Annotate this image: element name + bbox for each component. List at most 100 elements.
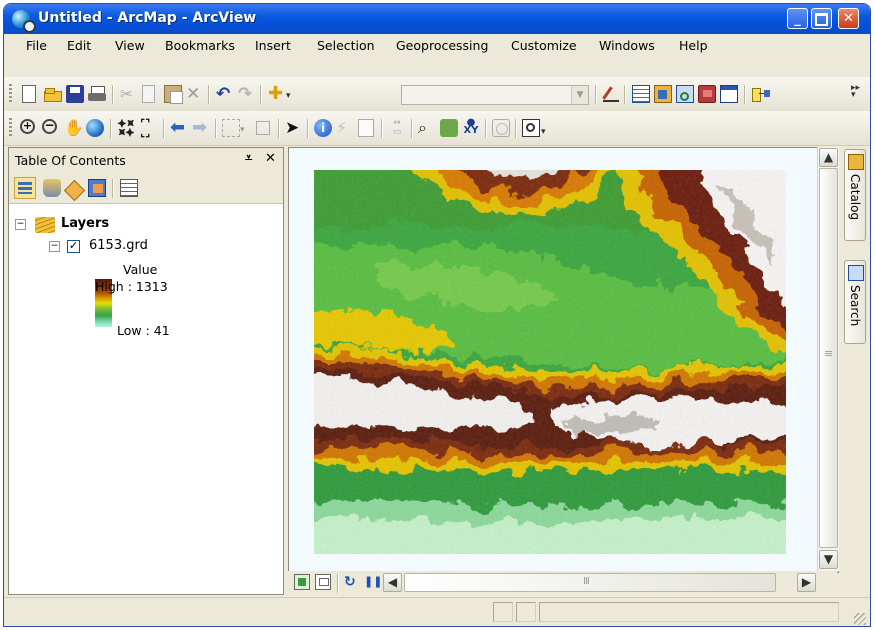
scroll-right-icon[interactable]: ▶: [797, 573, 816, 592]
pan-hand-icon[interactable]: ✋: [64, 119, 84, 137]
cut-icon[interactable]: ✂: [120, 85, 138, 103]
menu-edit[interactable]: Edit: [67, 38, 91, 53]
table-of-contents-panel: Table Of Contents ⩡ ✕ − Layers − ✓ 6153.…: [8, 147, 284, 595]
select-features-icon[interactable]: [222, 119, 240, 137]
redo-icon[interactable]: ↷: [238, 85, 256, 103]
refresh-icon[interactable]: ↻: [344, 574, 362, 592]
layers-root-label[interactable]: Layers: [61, 216, 109, 231]
fixed-zoom-in-icon[interactable]: ⯌⯍ ⯍⯌: [118, 118, 136, 138]
menu-help[interactable]: Help: [679, 38, 708, 53]
menu-file[interactable]: File: [26, 38, 47, 53]
fixed-zoom-out-icon[interactable]: ⌜⌝ ⌞⌟: [140, 118, 158, 138]
pause-drawing-icon[interactable]: ❚❚: [364, 574, 382, 592]
legend-high-label: High : 1313: [95, 279, 168, 294]
resize-grip-icon[interactable]: [854, 613, 866, 625]
menu-bookmarks[interactable]: Bookmarks: [165, 38, 235, 53]
clear-selection-icon[interactable]: [256, 121, 270, 135]
toolbar-overflow-icon[interactable]: ▸▸ ▾: [851, 84, 861, 103]
layout-view-icon[interactable]: [315, 574, 331, 590]
title-bar[interactable]: Untitled - ArcMap - ArcView _ ✕: [4, 4, 870, 34]
copy-icon[interactable]: [142, 85, 155, 103]
toolbar-grip[interactable]: [9, 84, 12, 104]
go-to-xy-icon[interactable]: ● XY: [462, 118, 480, 137]
select-dropdown-icon[interactable]: ▾: [240, 119, 250, 137]
menu-view[interactable]: View: [115, 38, 145, 53]
find-route-icon[interactable]: [440, 119, 458, 137]
map-vertical-scrollbar[interactable]: ▲ ≡ ▼: [817, 147, 839, 571]
pin-icon[interactable]: ⩡: [245, 151, 252, 166]
map-display[interactable]: [288, 147, 839, 573]
editor-toolbar-icon[interactable]: [602, 85, 620, 103]
catalog-window-icon[interactable]: [654, 85, 672, 103]
toolbar-separator: [163, 119, 165, 138]
python-window-icon[interactable]: [720, 85, 738, 103]
catalog-tab-label: Catalog: [848, 174, 862, 221]
scroll-up-icon[interactable]: ▲: [819, 148, 838, 167]
search-icon: [848, 265, 864, 281]
list-by-drawing-order-icon[interactable]: [14, 177, 36, 199]
map-bottom-bar: ↻ ❚❚ ◀ III ▶: [288, 571, 837, 593]
scroll-down-icon[interactable]: ▼: [819, 550, 838, 569]
list-by-visibility-icon[interactable]: [63, 179, 86, 202]
zoom-out-icon[interactable]: −: [42, 119, 57, 134]
data-view-icon[interactable]: [294, 574, 310, 590]
measure-ruler-icon[interactable]: ↔ ▭: [388, 119, 406, 137]
go-forward-arrow-icon[interactable]: ➡: [192, 119, 210, 137]
maximize-button[interactable]: [811, 8, 832, 29]
arctoolbox-icon[interactable]: [698, 85, 716, 103]
search-tab[interactable]: Search: [844, 260, 866, 344]
tools-overflow-icon[interactable]: ▾: [541, 119, 551, 137]
layer-name[interactable]: 6153.grd: [89, 238, 148, 253]
undo-icon[interactable]: ↶: [216, 85, 234, 103]
toolbar-separator: [624, 85, 626, 104]
vertical-scroll-thumb[interactable]: ≡: [819, 168, 838, 548]
delete-icon[interactable]: ✕: [186, 85, 204, 103]
search-window-icon[interactable]: [676, 85, 694, 103]
menu-geoprocessing[interactable]: Geoprocessing: [396, 38, 488, 53]
find-binoculars-icon[interactable]: ⌕: [418, 119, 436, 137]
dem-raster-map[interactable]: [314, 170, 786, 554]
toc-header: Table Of Contents ⩡ ✕: [9, 148, 283, 171]
table-of-contents-icon[interactable]: [632, 85, 650, 103]
scroll-left-icon[interactable]: ◀: [383, 573, 402, 592]
list-by-source-icon[interactable]: [43, 179, 61, 197]
map-scale-combo[interactable]: ▼: [401, 85, 589, 105]
layer-visibility-checkbox[interactable]: ✓: [67, 240, 80, 253]
toolbar-grip[interactable]: [9, 118, 12, 138]
open-folder-icon[interactable]: [44, 85, 62, 103]
time-slider-icon[interactable]: [492, 119, 510, 137]
toc-options-icon[interactable]: [120, 179, 138, 197]
add-data-icon[interactable]: ✚: [268, 85, 286, 103]
select-elements-arrow-icon[interactable]: ➤: [285, 119, 303, 137]
print-icon[interactable]: [88, 85, 106, 103]
hyperlink-bolt-icon[interactable]: ⚡: [336, 119, 354, 137]
minimize-button[interactable]: _: [787, 8, 808, 29]
save-icon[interactable]: [66, 85, 84, 103]
close-panel-icon[interactable]: ✕: [265, 151, 276, 166]
menu-customize[interactable]: Customize: [511, 38, 577, 53]
status-cell: [516, 602, 536, 622]
list-by-selection-icon[interactable]: [88, 179, 106, 197]
model-builder-icon[interactable]: [752, 85, 770, 103]
paste-icon[interactable]: [164, 85, 183, 104]
create-viewer-window-icon[interactable]: [522, 119, 540, 137]
close-icon: ✕: [843, 11, 854, 26]
html-popup-icon[interactable]: [358, 119, 374, 137]
collapse-icon[interactable]: −: [15, 219, 26, 230]
new-document-icon[interactable]: [22, 85, 36, 103]
menu-selection[interactable]: Selection: [317, 38, 375, 53]
thumb-grip: ≡: [824, 347, 834, 360]
catalog-icon: [848, 154, 864, 170]
collapse-icon[interactable]: −: [49, 241, 60, 252]
menu-windows[interactable]: Windows: [599, 38, 655, 53]
menu-insert[interactable]: Insert: [255, 38, 291, 53]
close-button[interactable]: ✕: [838, 8, 859, 29]
catalog-tab[interactable]: Catalog: [844, 149, 866, 241]
zoom-in-icon[interactable]: +: [20, 119, 35, 134]
identify-info-icon[interactable]: i: [314, 119, 332, 137]
go-back-arrow-icon[interactable]: ⬅: [170, 119, 188, 137]
horizontal-scroll-thumb[interactable]: III: [404, 573, 776, 592]
add-data-dropdown-icon[interactable]: ▾: [286, 85, 296, 103]
full-extent-globe-icon[interactable]: [86, 119, 104, 137]
chevron-down-icon[interactable]: ▼: [571, 86, 588, 104]
